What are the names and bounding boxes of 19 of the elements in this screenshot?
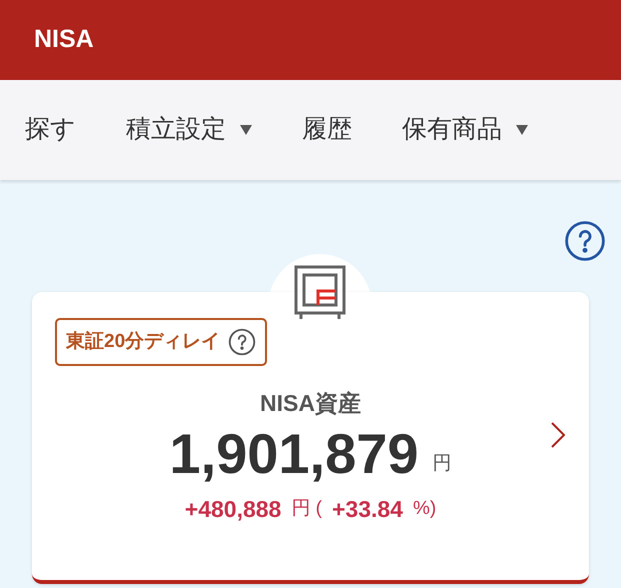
help-icon[interactable] bbox=[228, 328, 256, 356]
help-icon[interactable] bbox=[564, 220, 606, 262]
gain-percent: +33.84 bbox=[332, 495, 403, 524]
asset-amount: 1,901,879 bbox=[169, 422, 419, 484]
nav-tab[interactable]: 保有商品 bbox=[402, 111, 528, 149]
header-title: NISA bbox=[34, 24, 94, 56]
chevron-right-icon[interactable] bbox=[551, 422, 565, 448]
caret-icon bbox=[240, 125, 252, 135]
asset-card[interactable]: 東証20分ディレイ NISA資産 1,901,879 円 +480,888 円 ( +33.84 %) bbox=[32, 292, 589, 584]
gain-amount: +480,888 bbox=[184, 495, 282, 524]
nav-tab[interactable]: 探す bbox=[25, 111, 76, 149]
caret-icon bbox=[516, 125, 528, 135]
percent-unit: %) bbox=[412, 497, 436, 522]
currency-unit: 円 bbox=[432, 452, 452, 476]
gain-unit: 円 ( bbox=[291, 497, 322, 522]
delay-badge[interactable]: 東証20分ディレイ bbox=[55, 318, 268, 366]
nav-tab[interactable]: 積立設定 bbox=[126, 111, 252, 149]
asset-label: NISA資産 bbox=[260, 389, 361, 418]
nav-tab[interactable]: 履歴 bbox=[302, 111, 352, 149]
